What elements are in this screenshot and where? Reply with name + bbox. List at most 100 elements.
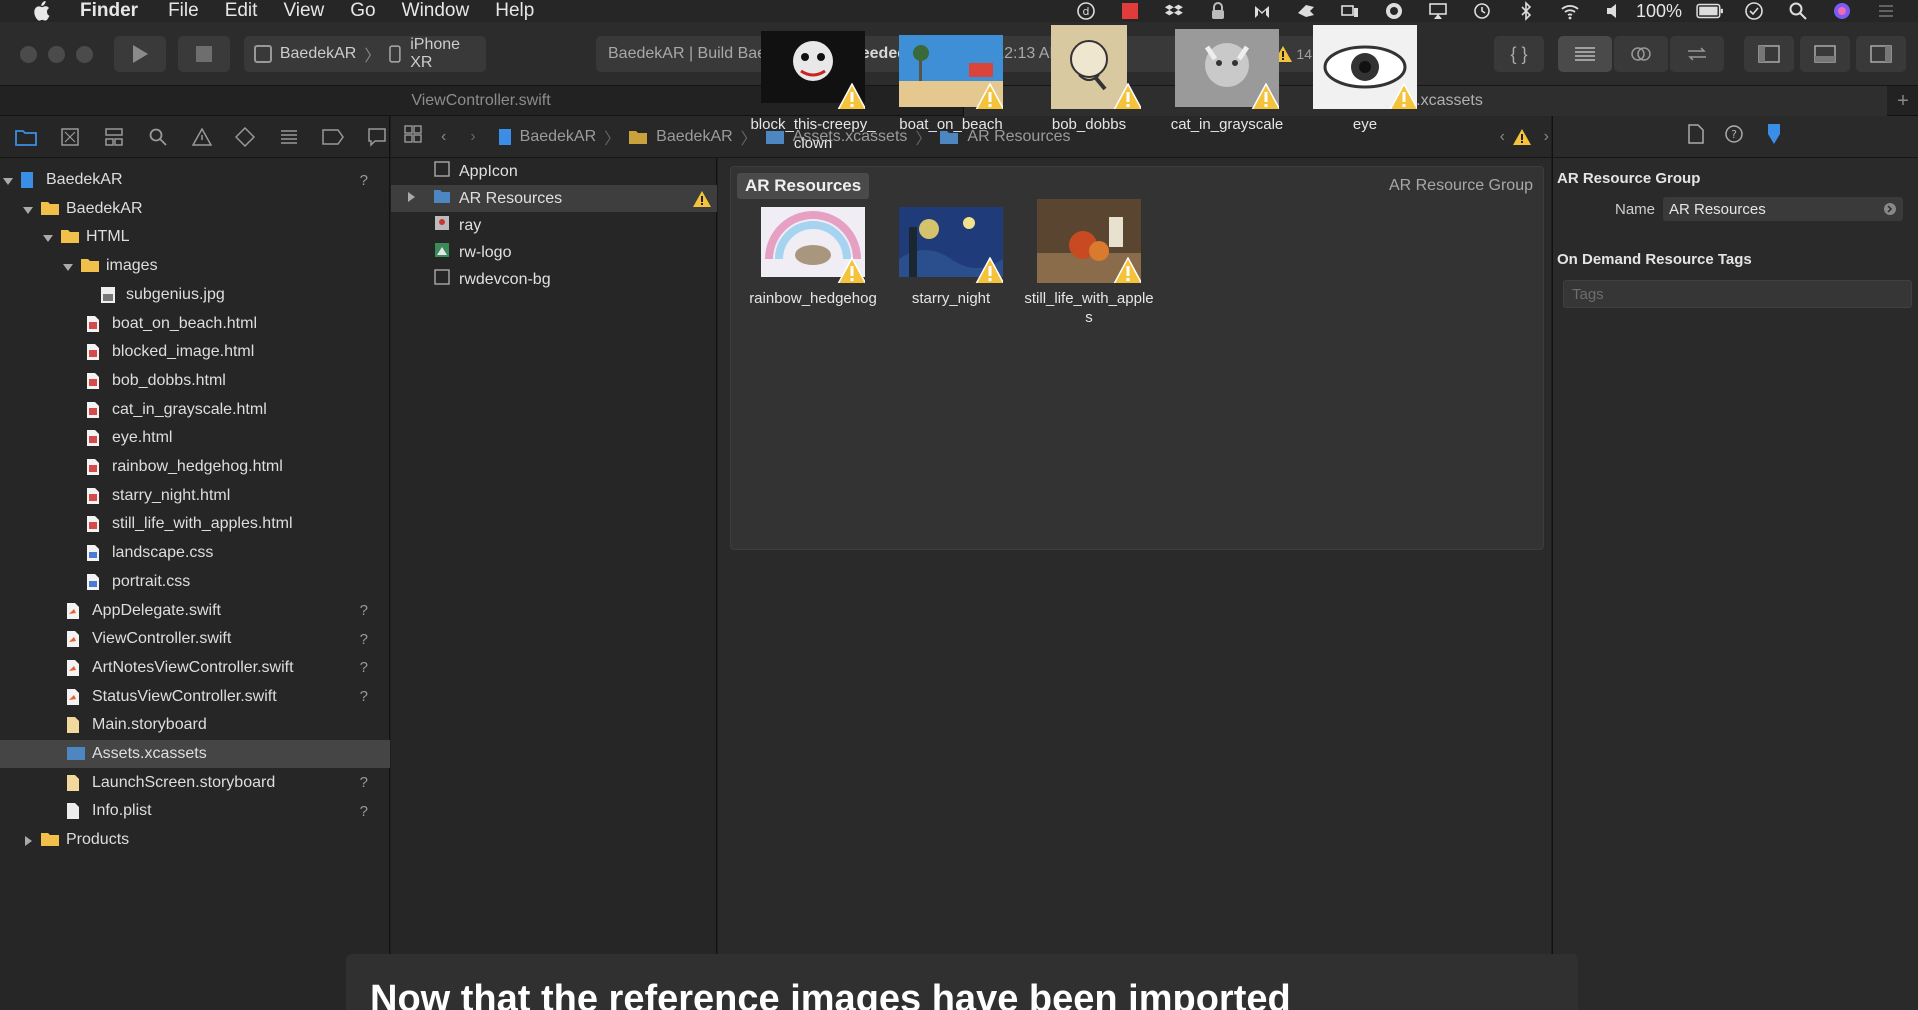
related-items-icon[interactable] bbox=[403, 124, 423, 149]
ar-reference-image-still-life-with-apples[interactable]: still_life_with_apples bbox=[1023, 199, 1155, 327]
spotlight-search-icon[interactable] bbox=[1776, 0, 1820, 22]
tree-item-viewcontroller-swift[interactable]: ViewController.swift? bbox=[0, 625, 390, 653]
breadcrumb-group[interactable]: BaedekAR bbox=[656, 128, 733, 146]
tree-item-assets-xcassets[interactable]: Assets.xcassets bbox=[0, 740, 390, 768]
disclosure-open-icon[interactable] bbox=[2, 174, 14, 186]
tree-item-baedekar[interactable]: BaedekAR bbox=[0, 195, 390, 223]
breadcrumb-project[interactable]: BaedekAR bbox=[520, 128, 597, 146]
debug-navigator-icon[interactable] bbox=[277, 125, 301, 149]
bluetooth-icon[interactable] bbox=[1504, 0, 1548, 22]
close-window-button[interactable] bbox=[20, 46, 37, 63]
ar-reference-image-eye[interactable]: eye bbox=[1299, 25, 1431, 134]
apple-menu-icon[interactable] bbox=[30, 0, 52, 22]
minimize-window-button[interactable] bbox=[48, 46, 65, 63]
tree-item-eye-html[interactable]: eye.html bbox=[0, 424, 390, 452]
tree-item-blocked-image-html[interactable]: blocked_image.html bbox=[0, 338, 390, 366]
clapper-icon[interactable] bbox=[1108, 0, 1152, 22]
tree-item-images[interactable]: images bbox=[0, 252, 390, 280]
dropbox-icon[interactable] bbox=[1152, 0, 1196, 22]
folder-navigator-icon[interactable] bbox=[14, 125, 38, 149]
ar-reference-image-rainbow-hedgehog[interactable]: rainbow_hedgehog bbox=[747, 199, 879, 308]
back-chevron-icon[interactable]: ‹ bbox=[441, 128, 446, 146]
disclosure-open-icon[interactable] bbox=[62, 260, 74, 272]
version-editor-button[interactable] bbox=[1670, 36, 1724, 72]
toggle-inspector-button[interactable] bbox=[1856, 36, 1906, 72]
issue-navigator-icon[interactable] bbox=[190, 125, 214, 149]
tree-item-still-life-with-apples-html[interactable]: still_life_with_apples.html bbox=[0, 510, 390, 538]
tree-item-launchscreen-storyboard[interactable]: LaunchScreen.storyboard? bbox=[0, 769, 390, 797]
find-navigator-icon[interactable] bbox=[146, 125, 170, 149]
menu-go[interactable]: Go bbox=[350, 0, 375, 22]
clock-icon[interactable] bbox=[1732, 0, 1776, 22]
source-control-icon[interactable] bbox=[58, 125, 82, 149]
tags-field[interactable]: Tags bbox=[1563, 280, 1912, 308]
notification-center-icon[interactable] bbox=[1864, 0, 1908, 22]
menu-window[interactable]: Window bbox=[402, 0, 470, 22]
standard-editor-button[interactable] bbox=[1558, 36, 1612, 72]
menu-help[interactable]: Help bbox=[495, 0, 534, 22]
zoom-window-button[interactable] bbox=[76, 46, 93, 63]
next-issue-chevron-icon[interactable]: › bbox=[1544, 128, 1549, 146]
disclosure-closed-icon[interactable] bbox=[405, 190, 419, 208]
report-navigator-icon[interactable] bbox=[365, 125, 389, 149]
toggle-debug-area-button[interactable] bbox=[1800, 36, 1850, 72]
tree-item-landscape-css[interactable]: landscape.css bbox=[0, 539, 390, 567]
scheme-selector[interactable]: BaedekAR 〉 iPhone XR bbox=[244, 36, 486, 72]
add-tab-button[interactable]: + bbox=[1888, 86, 1918, 116]
tree-item-portrait-css[interactable]: portrait.css bbox=[0, 568, 390, 596]
lock-icon[interactable] bbox=[1196, 0, 1240, 22]
tree-item-html[interactable]: HTML bbox=[0, 223, 390, 251]
tree-item-bob-dobbs-html[interactable]: bob_dobbs.html bbox=[0, 367, 390, 395]
menu-edit[interactable]: Edit bbox=[225, 0, 258, 22]
run-button[interactable] bbox=[114, 36, 166, 72]
asset-list-item-rw-logo[interactable]: rw-logo bbox=[391, 239, 717, 266]
tree-item-rainbow-hedgehog-html[interactable]: rainbow_hedgehog.html bbox=[0, 453, 390, 481]
menu-file[interactable]: File bbox=[168, 0, 199, 22]
ar-reference-image-starry-night[interactable]: starry_night bbox=[885, 199, 1017, 308]
asset-list-item-rwdevcon-bg[interactable]: rwdevcon-bg bbox=[391, 266, 717, 293]
attributes-inspector-icon[interactable] bbox=[1764, 123, 1784, 150]
tree-item-products[interactable]: Products bbox=[0, 826, 390, 854]
ar-reference-image-bob-dobbs[interactable]: bob_dobbs bbox=[1023, 25, 1155, 134]
prev-issue-chevron-icon[interactable]: ‹ bbox=[1500, 128, 1505, 146]
ar-resource-group[interactable]: AR Resources AR Resource Group block_thi… bbox=[730, 25, 1544, 550]
asset-list-item-ar-resources[interactable]: AR Resources bbox=[391, 185, 717, 212]
wifi-icon[interactable] bbox=[1548, 0, 1592, 22]
help-inspector-icon[interactable]: ? bbox=[1724, 124, 1744, 149]
disclosure-open-icon[interactable] bbox=[22, 203, 34, 215]
bird-icon[interactable] bbox=[1284, 0, 1328, 22]
tree-item-appdelegate-swift[interactable]: AppDelegate.swift? bbox=[0, 597, 390, 625]
tree-item-cat-in-grayscale-html[interactable]: cat_in_grayscale.html bbox=[0, 396, 390, 424]
tree-item-info-plist[interactable]: Info.plist? bbox=[0, 797, 390, 825]
symbol-navigator-icon[interactable] bbox=[102, 125, 126, 149]
malwarebytes-icon[interactable] bbox=[1240, 0, 1284, 22]
tree-item-subgenius-jpg[interactable]: subgenius.jpg bbox=[0, 281, 390, 309]
arrow-circle-icon[interactable] bbox=[1883, 202, 1897, 216]
asset-list-item-appicon[interactable]: AppIcon bbox=[391, 158, 717, 185]
disclosure-closed-icon[interactable] bbox=[22, 834, 34, 847]
battery-icon[interactable] bbox=[1688, 0, 1732, 22]
toggle-navigator-button[interactable] bbox=[1744, 36, 1794, 72]
library-button[interactable]: { } bbox=[1494, 36, 1544, 72]
ar-reference-image-cat-in-grayscale[interactable]: cat_in_grayscale bbox=[1161, 25, 1293, 134]
ar-reference-image-boat-on-beach[interactable]: boat_on_beach bbox=[885, 25, 1017, 134]
tree-item-boat-on-beach-html[interactable]: boat_on_beach.html bbox=[0, 310, 390, 338]
menu-view[interactable]: View bbox=[283, 0, 324, 22]
test-navigator-icon[interactable] bbox=[233, 125, 257, 149]
assistant-editor-button[interactable] bbox=[1614, 36, 1668, 72]
file-inspector-icon[interactable] bbox=[1687, 124, 1704, 149]
tree-item-statusviewcontroller-swift[interactable]: StatusViewController.swift? bbox=[0, 683, 390, 711]
siri-icon[interactable] bbox=[1820, 0, 1864, 22]
airplay-icon[interactable] bbox=[1416, 0, 1460, 22]
devices-icon[interactable] bbox=[1328, 0, 1372, 22]
volume-icon[interactable] bbox=[1592, 0, 1636, 22]
asset-list-item-ray[interactable]: ray bbox=[391, 212, 717, 239]
menu-finder[interactable]: Finder bbox=[80, 0, 138, 22]
tree-item-artnotesviewcontroller-swift[interactable]: ArtNotesViewController.swift? bbox=[0, 654, 390, 682]
time-machine-icon[interactable] bbox=[1460, 0, 1504, 22]
breakpoint-navigator-icon[interactable] bbox=[321, 125, 345, 149]
disk-icon[interactable]: d bbox=[1064, 0, 1108, 22]
tree-item-starry-night-html[interactable]: starry_night.html bbox=[0, 482, 390, 510]
tree-item-baedekar[interactable]: BaedekAR? bbox=[0, 166, 390, 194]
ar-reference-image-block-this-creepy-clown[interactable]: block_this-creepy_clown bbox=[747, 25, 879, 153]
